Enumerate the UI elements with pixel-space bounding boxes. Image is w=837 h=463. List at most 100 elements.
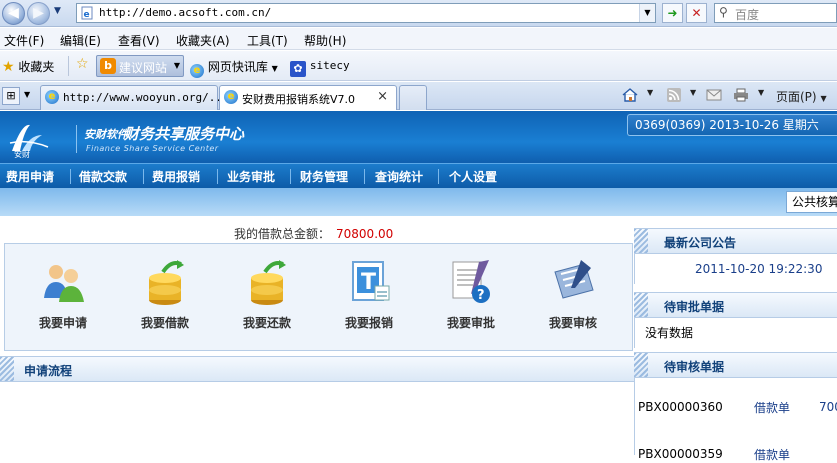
favorites-bar: ★ 收藏夹 ☆ b 建议网站 ▼ e 网页快讯库 ▼ ✿ sitecy	[0, 51, 837, 81]
svg-text:e: e	[84, 10, 90, 20]
quick-reimburse-label: 我要报销	[344, 316, 393, 330]
logo-divider	[76, 125, 77, 153]
tab-public-accounting[interactable]: 公共核算	[786, 191, 837, 213]
go-button[interactable]: ➜	[662, 3, 683, 23]
doc-amount: 700	[819, 400, 837, 414]
address-field[interactable]: e http://demo.acsoft.com.cn/ ▼	[76, 3, 656, 23]
history-dropdown-icon[interactable]: ▼	[54, 6, 61, 16]
quick-apply[interactable]: 我要申请	[15, 244, 111, 352]
stop-button[interactable]: ✕	[686, 3, 707, 23]
nav-business-approval[interactable]: 业务审批	[227, 168, 275, 185]
loan-total-amount: 70800.00	[336, 227, 394, 241]
home-dropdown-icon[interactable]: ▼	[647, 88, 653, 97]
site-header: 安财 安财软件 财务共享服务中心 Finance Share Service C…	[0, 111, 837, 163]
favorites-button[interactable]: ★ 收藏夹	[2, 58, 54, 75]
logo-text: 安财	[14, 150, 30, 159]
nav-expense-request[interactable]: 费用申请	[6, 168, 54, 185]
favorites-label: 收藏夹	[18, 60, 55, 74]
web-slice-label: 网页快讯库	[207, 60, 268, 74]
suggested-sites-icon: b	[100, 58, 116, 74]
svg-text:T: T	[361, 270, 376, 295]
doc-type: 借款单	[754, 401, 791, 415]
sub-tab-bar: 公共核算	[0, 188, 837, 216]
nav-query-stats[interactable]: 查询统计	[375, 168, 423, 185]
brand-name: 安财软件	[84, 128, 128, 141]
page-menu-button[interactable]: 页面(P) ▼	[776, 88, 827, 105]
back-button[interactable]: ◀	[2, 2, 25, 25]
home-icon[interactable]	[622, 88, 638, 103]
web-slice-gallery-button[interactable]: e 网页快讯库 ▼	[190, 58, 278, 78]
separator	[68, 56, 69, 76]
menu-file[interactable]: 文件(F)	[4, 32, 44, 49]
add-favorite-icon[interactable]: ☆	[76, 56, 89, 72]
pending-audit-title: 待审核单据	[664, 360, 725, 374]
suggested-sites-button[interactable]: b 建议网站 ▼	[96, 55, 184, 77]
pending-audit-header: 待审核单据	[634, 352, 837, 378]
close-tab-icon[interactable]: ×	[377, 89, 388, 104]
menu-edit[interactable]: 编辑(E)	[60, 32, 101, 49]
menu-view[interactable]: 查看(V)	[118, 32, 160, 49]
nav-expense-reimburse[interactable]: 费用报销	[152, 168, 200, 185]
coins-icon	[149, 260, 184, 305]
forward-button[interactable]: ▶	[27, 2, 50, 25]
nav-loan-repay[interactable]: 借款交款	[79, 168, 127, 185]
quick-tabs-icon[interactable]: ⊞	[2, 87, 20, 105]
tab-wooyun[interactable]: e http://www.wooyun.org/...	[40, 85, 229, 110]
nav-divider	[290, 169, 291, 184]
quick-approve[interactable]: ? 我要审批	[423, 244, 519, 352]
announce-item[interactable]: 2011-10-20 19:22:30	[695, 262, 822, 276]
favorites-star-icon: ★	[2, 59, 15, 75]
quick-repay[interactable]: 我要还款	[219, 244, 315, 352]
tab-bar: ⊞ ▼ e http://www.wooyun.org/... e 安财费用报销…	[0, 82, 837, 110]
quick-borrow-label: 我要借款	[140, 316, 189, 330]
menu-help[interactable]: 帮助(H)	[304, 32, 346, 49]
nav-personal-settings[interactable]: 个人设置	[449, 168, 497, 185]
search-field[interactable]: ⚲ 百度	[714, 3, 837, 23]
new-tab-button[interactable]	[399, 85, 427, 110]
quick-approve-label: 我要审批	[446, 316, 495, 330]
rss-feed-icon[interactable]	[666, 88, 682, 103]
header-stripe	[634, 353, 648, 377]
chevron-down-icon: ▼	[173, 61, 180, 70]
ie-page-icon: e	[224, 90, 238, 104]
document-t-icon: T	[352, 261, 390, 301]
announce-title: 最新公司公告	[664, 236, 737, 250]
quick-repay-label: 我要还款	[242, 316, 291, 330]
rss-dropdown-icon[interactable]: ▼	[690, 88, 696, 97]
chevron-down-icon: ▼	[820, 94, 827, 103]
pending-audit-list: PBX00000360 借款单 700 PBX00000359 借款单	[634, 378, 837, 462]
quick-reimburse[interactable]: T 我要报销	[321, 244, 417, 352]
coins-icon	[251, 260, 286, 305]
nav-divider	[438, 169, 439, 184]
search-icon: ⚲	[719, 5, 728, 19]
page-menu-label: 页面(P)	[776, 90, 817, 104]
site-subtitle: Finance Share Service Center	[86, 144, 219, 153]
menu-favorites[interactable]: 收藏夹(A)	[176, 32, 230, 49]
nav-finance-mgmt[interactable]: 财务管理	[300, 168, 348, 185]
mail-icon[interactable]	[706, 88, 722, 103]
fav-sitecy[interactable]: ✿ sitecy	[290, 58, 350, 77]
address-dropdown-icon[interactable]: ▼	[639, 4, 655, 22]
tab-list-dropdown-icon[interactable]: ▼	[24, 90, 30, 99]
users-icon	[44, 265, 84, 302]
quick-audit[interactable]: 我要审核	[525, 244, 621, 352]
page-icon: e	[81, 6, 93, 20]
chevron-down-icon: ▼	[271, 64, 278, 73]
nav-divider	[143, 169, 144, 184]
print-dropdown-icon[interactable]: ▼	[758, 88, 764, 97]
print-icon[interactable]	[733, 88, 749, 103]
nav-divider	[70, 169, 71, 184]
quick-borrow[interactable]: 我要借款	[117, 244, 213, 352]
announce-box: 2011-10-20 19:22:30	[634, 254, 837, 284]
doc-number: PBX00000360	[638, 400, 723, 414]
loan-total: 我的借款总金额： 70800.00	[234, 225, 393, 242]
main-nav: 费用申请 借款交款 费用报销 业务审批 财务管理 查询统计 个人设置	[0, 163, 837, 188]
header-stripe	[634, 293, 648, 317]
calculator-icon	[554, 260, 594, 299]
menu-tools[interactable]: 工具(T)	[247, 32, 288, 49]
pending-approval-title: 待审批单据	[664, 300, 725, 314]
pending-approval-header: 待审批单据	[634, 292, 837, 318]
quick-apply-label: 我要申请	[38, 316, 87, 330]
tab-acsoft[interactable]: e 安财费用报销系统V7.0 ×	[219, 85, 397, 110]
no-data-text: 没有数据	[645, 326, 694, 340]
